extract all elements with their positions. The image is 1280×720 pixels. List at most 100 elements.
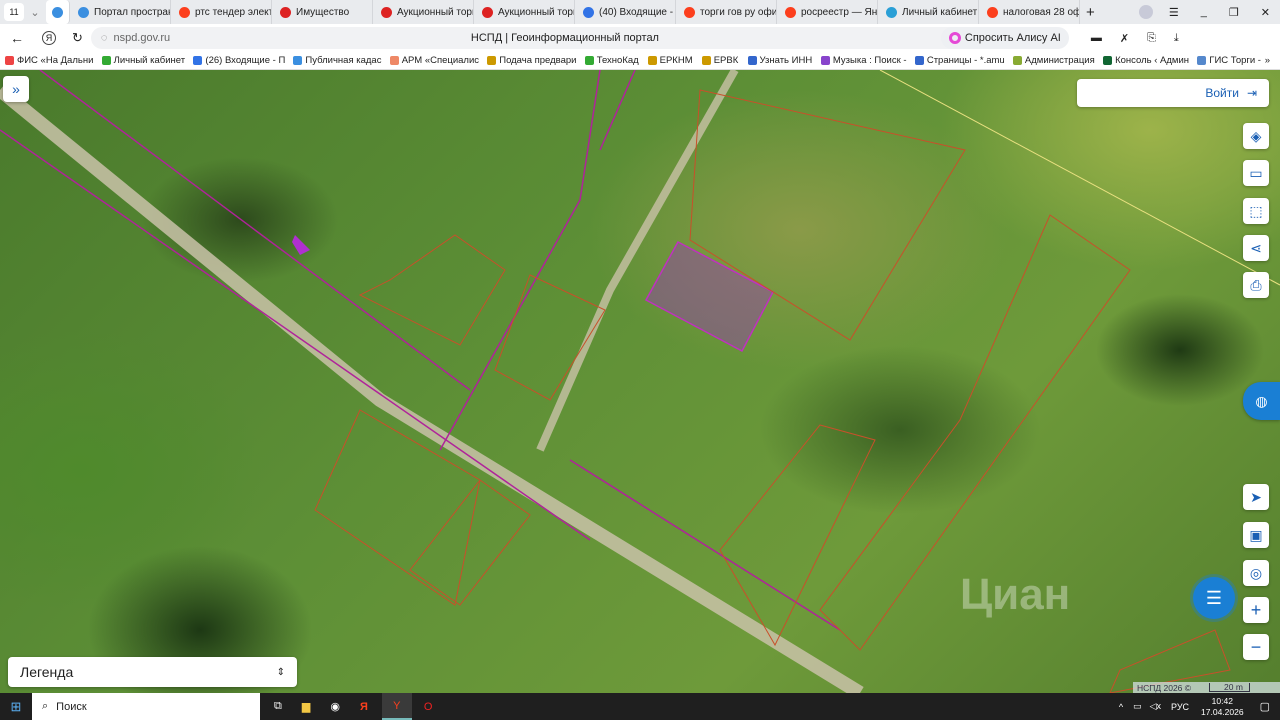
time: 10:42 bbox=[1211, 695, 1233, 706]
search-icon: ⌕ bbox=[42, 700, 49, 712]
bookmark-label: (26) Входящие - П bbox=[205, 55, 286, 66]
extension-icon[interactable]: ▬ bbox=[1091, 32, 1102, 44]
shield-icon: ◌ bbox=[100, 32, 108, 44]
bookmark-item[interactable]: Администрация bbox=[1008, 55, 1098, 66]
bookmark-favicon-icon bbox=[1197, 56, 1207, 65]
restore-icon[interactable]: ❐ bbox=[1229, 6, 1239, 19]
layers-button[interactable]: ◈ bbox=[1243, 123, 1269, 149]
share-button[interactable]: ⋖ bbox=[1243, 235, 1269, 261]
bookmark-item[interactable]: ФИС «На Дальни bbox=[0, 55, 97, 66]
menu-icon[interactable]: ☰ bbox=[1169, 6, 1179, 19]
tab[interactable]: ртс тендер элект bbox=[171, 0, 272, 24]
bookmark-item[interactable]: Консоль ‹ Админ bbox=[1098, 55, 1192, 66]
nspd-icon bbox=[78, 6, 89, 18]
parcel[interactable] bbox=[292, 235, 310, 255]
zoom-out-button[interactable]: − bbox=[1243, 634, 1269, 660]
opera-icon[interactable]: O bbox=[424, 701, 433, 713]
tray-chevron-icon[interactable]: ^ bbox=[1119, 702, 1123, 712]
bookmark-item[interactable]: Музыка : Поиск - bbox=[816, 55, 910, 66]
minimize-icon[interactable]: _ bbox=[1201, 6, 1207, 18]
windows-start-icon[interactable]: ⊞ bbox=[0, 699, 32, 715]
bookmark-item[interactable]: Страницы - *.amu bbox=[910, 55, 1008, 66]
parcel[interactable] bbox=[494, 274, 606, 401]
watermark: Циан bbox=[960, 570, 1071, 619]
bookmark-item[interactable]: Публичная кадас bbox=[288, 55, 384, 66]
extension-icon[interactable]: ✗ bbox=[1120, 32, 1129, 45]
bookmark-favicon-icon bbox=[293, 56, 303, 65]
zoom-in-button[interactable]: + bbox=[1243, 597, 1269, 623]
map-canvas[interactable]: Циан » Войти ⇥ ◈ ▭ ⬚ ⋖ ⎙ ◍ ➤ ▣ ◎ ☰ + − Ле… bbox=[0, 70, 1280, 693]
bookmark-label: Узнать ИНН bbox=[759, 55, 813, 66]
legend-dropdown[interactable]: Легенда ⇕ bbox=[8, 657, 297, 687]
bookmark-label: Администрация bbox=[1024, 55, 1095, 66]
print-button[interactable]: ⎙ bbox=[1243, 272, 1269, 298]
chat-button[interactable]: ☰ bbox=[1193, 577, 1235, 619]
tab[interactable]: Аукционный торг bbox=[373, 0, 474, 24]
tab[interactable] bbox=[46, 0, 70, 24]
extension-icon[interactable]: ⎘ bbox=[1147, 32, 1156, 45]
address-bar-row: ← Я ↻ ◌ nspd.gov.ru НСПД | Геоинформацио… bbox=[0, 24, 1280, 52]
ruler-button[interactable]: ▭ bbox=[1243, 160, 1269, 186]
bookmark-item[interactable]: ТехноКад bbox=[580, 55, 643, 66]
more-bookmarks-icon[interactable]: » bbox=[1265, 55, 1270, 66]
tab[interactable]: росреестр — Янд bbox=[777, 0, 878, 24]
bookmark-favicon-icon bbox=[647, 56, 657, 65]
login-button[interactable]: Войти ⇥ bbox=[1077, 79, 1269, 107]
expand-sidebar-button[interactable]: » bbox=[3, 76, 29, 102]
tab[interactable]: (40) Входящие - bbox=[575, 0, 676, 24]
bookmark-favicon-icon bbox=[193, 56, 203, 65]
bookmark-label: Публичная кадас bbox=[305, 55, 382, 66]
bookmark-item[interactable]: Личный кабинет bbox=[97, 55, 189, 66]
network-icon[interactable]: ▭ bbox=[1133, 701, 1142, 712]
bookmark-item[interactable]: ЕРВК bbox=[697, 55, 743, 66]
bookmark-item[interactable]: Узнать ИНН bbox=[743, 55, 816, 66]
new-tab-button[interactable]: + bbox=[1086, 4, 1095, 21]
tab[interactable]: Имущество bbox=[272, 0, 373, 24]
clock[interactable]: 10:42 17.04.2026 bbox=[1201, 696, 1244, 718]
notifications-icon[interactable]: ▢ bbox=[1260, 700, 1270, 713]
mail-icon bbox=[583, 6, 594, 18]
tab[interactable]: налоговая 28 офи bbox=[979, 0, 1080, 24]
tab[interactable]: торги гов ру офи bbox=[676, 0, 777, 24]
tab-label: Имущество bbox=[296, 6, 350, 18]
bookmark-item[interactable]: ГИС Торги - bbox=[1192, 55, 1264, 66]
volume-muted-icon[interactable]: ◁x bbox=[1150, 701, 1161, 712]
alice-button[interactable]: Спросить Алису AI bbox=[940, 27, 1069, 49]
taskbar-search[interactable]: ⌕ Поиск bbox=[32, 693, 260, 720]
chevron-down-icon[interactable]: ⌄ bbox=[24, 6, 46, 19]
nspd-icon bbox=[52, 6, 63, 18]
selected-parcel[interactable] bbox=[644, 240, 775, 353]
tab[interactable]: Личный кабинет bbox=[878, 0, 979, 24]
road bbox=[0, 84, 864, 693]
profile-avatar[interactable] bbox=[1138, 5, 1153, 19]
tab-count[interactable]: 11 bbox=[4, 3, 24, 21]
language-indicator[interactable]: РУС bbox=[1171, 702, 1189, 712]
area-select-button[interactable]: ⬚ bbox=[1243, 198, 1269, 224]
minimap-button[interactable]: ▣ bbox=[1243, 522, 1269, 548]
download-icon[interactable]: ⤓ bbox=[1174, 32, 1179, 45]
close-icon[interactable]: ✕ bbox=[1261, 6, 1270, 19]
yandex-icon[interactable]: Я bbox=[360, 701, 368, 713]
yandex-icon[interactable]: Я bbox=[42, 31, 56, 45]
bookmark-item[interactable]: ЕРКНМ bbox=[643, 55, 697, 66]
back-icon[interactable]: ← bbox=[10, 30, 24, 46]
legend-label: Легенда bbox=[20, 664, 74, 680]
bookmark-item[interactable]: АРМ «Специалис bbox=[385, 55, 483, 66]
reload-icon[interactable]: ↻ bbox=[72, 30, 83, 46]
assistant-button[interactable]: ◍ bbox=[1243, 382, 1280, 420]
yandex-browser-icon[interactable]: Y bbox=[381, 693, 412, 720]
parcel[interactable] bbox=[358, 234, 506, 346]
bookmark-item[interactable]: (26) Входящие - П bbox=[188, 55, 288, 66]
parcel[interactable] bbox=[719, 424, 876, 647]
bookmark-favicon-icon bbox=[701, 56, 711, 65]
url-field[interactable]: ◌ nspd.gov.ru НСПД | Геоинформационный п… bbox=[90, 27, 1031, 49]
bookmark-item[interactable]: Подача предвари bbox=[482, 55, 579, 66]
file-explorer-icon[interactable]: ▆ bbox=[302, 700, 310, 713]
bookmark-label: ЕРВК bbox=[713, 55, 739, 66]
tab[interactable]: Аукционный торг bbox=[474, 0, 575, 24]
locate-button[interactable]: ➤ bbox=[1243, 484, 1269, 510]
task-view-icon[interactable]: ⧉ bbox=[274, 700, 282, 713]
tab[interactable]: Портал простран bbox=[70, 0, 171, 24]
geo-search-button[interactable]: ◎ bbox=[1243, 560, 1269, 586]
app-icon[interactable]: ◉ bbox=[330, 700, 340, 713]
